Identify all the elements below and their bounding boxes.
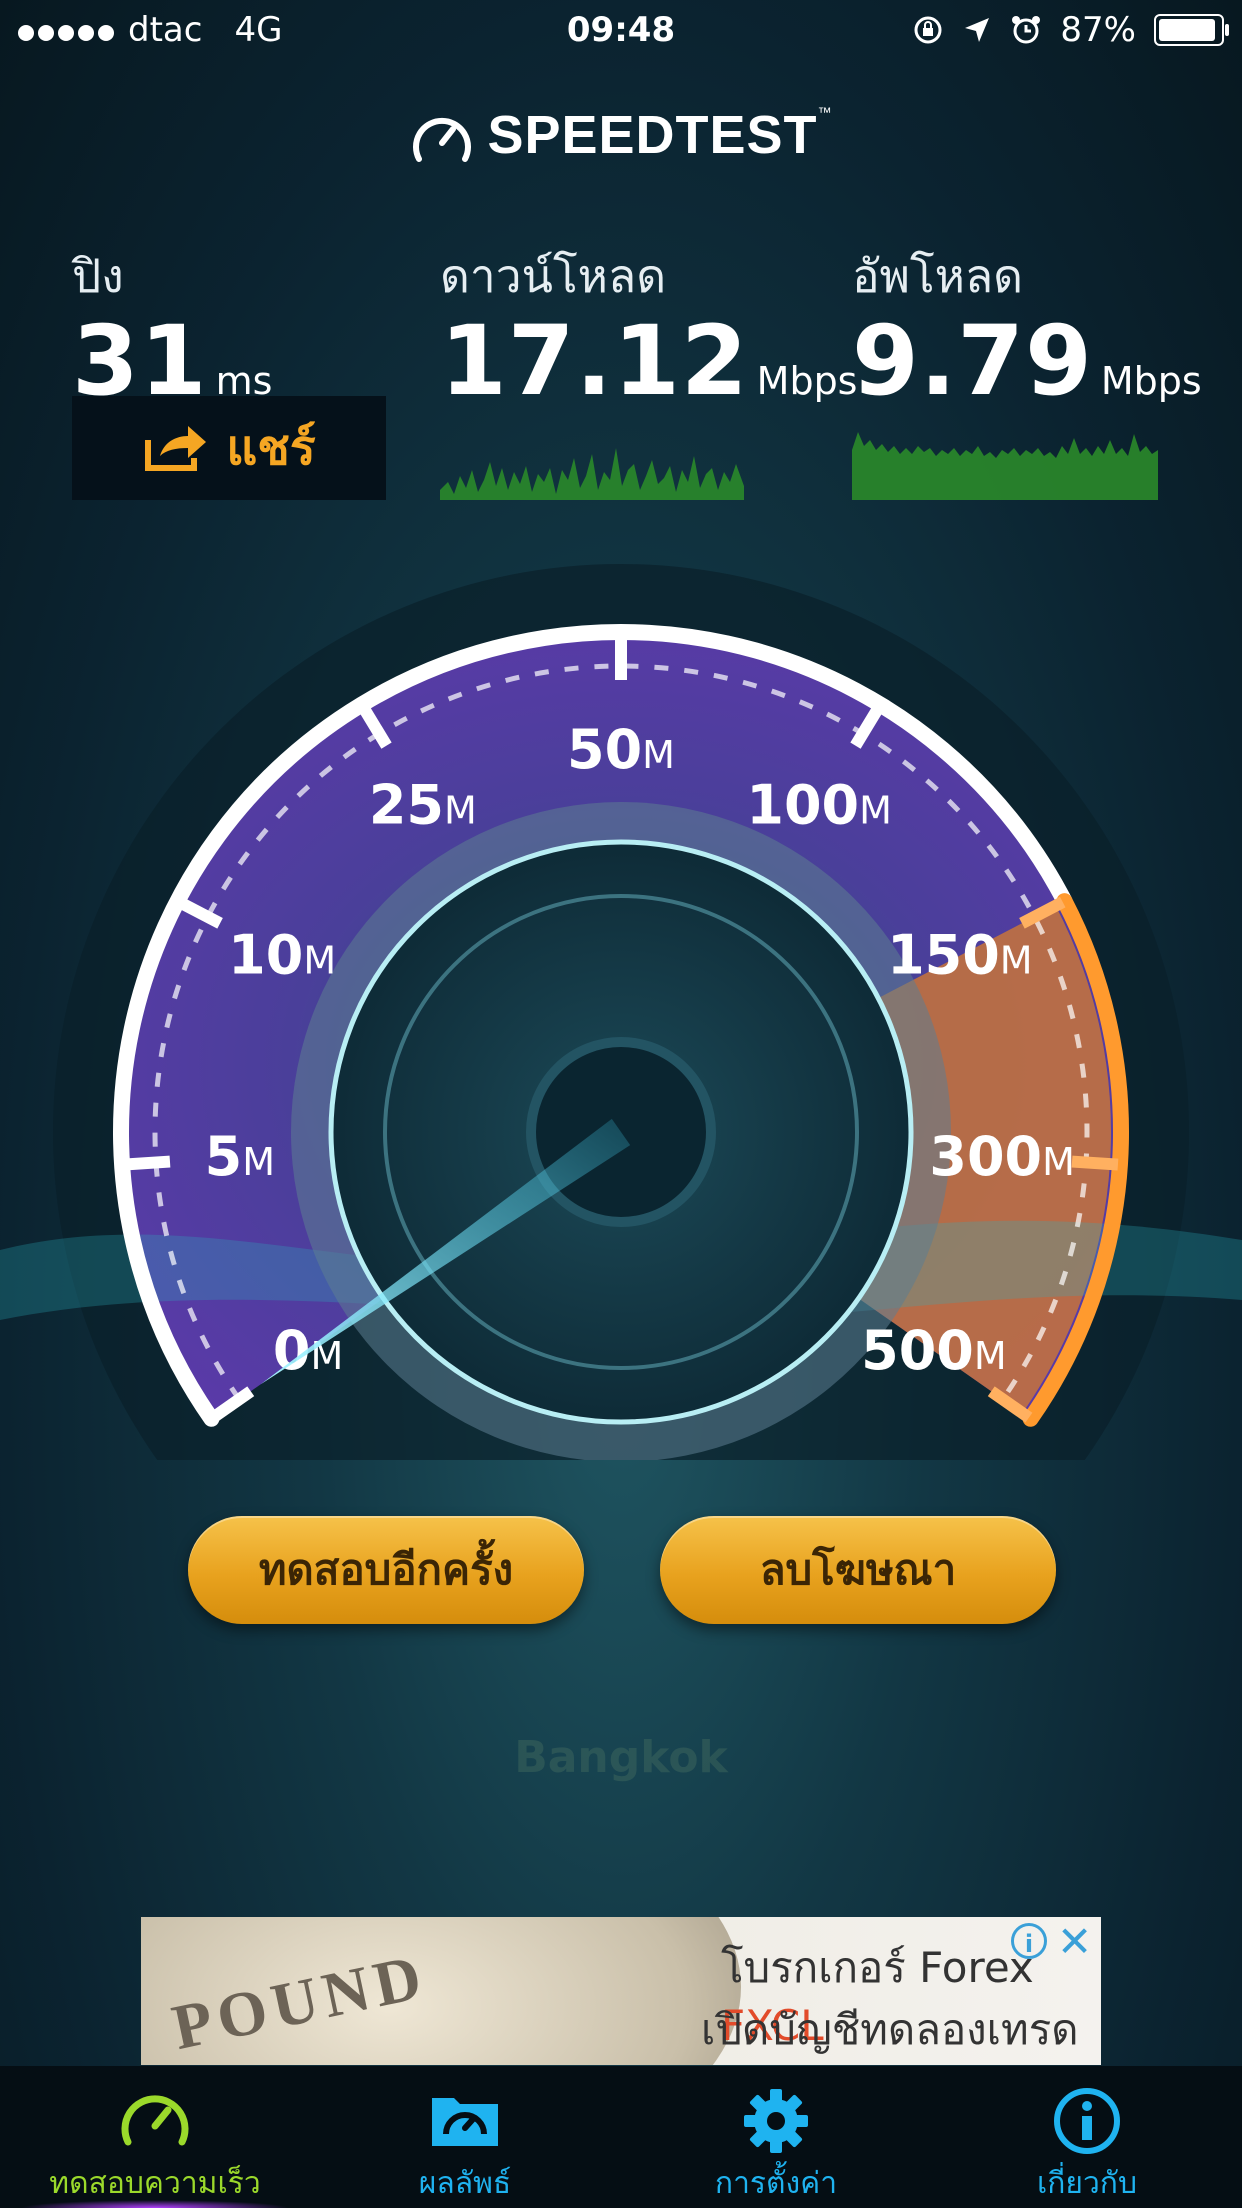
speedtest-logo-icon: [413, 117, 472, 162]
app-logo: SPEEDTEST™: [0, 104, 1242, 169]
remove-ads-button[interactable]: ลบโฆษณา: [660, 1516, 1056, 1624]
download-label: ดาวน์โหลด: [440, 249, 667, 303]
upload-unit: Mbps: [1100, 359, 1202, 403]
download-metric: ดาวน์โหลด 17.12 Mbps: [440, 240, 857, 409]
ad-headline-text: โบรกเกอร์ Forex: [721, 1943, 1034, 1992]
tab-settings[interactable]: การตั้งค่า: [621, 2066, 931, 2208]
settings-gear-icon: [744, 2089, 808, 2153]
share-icon: [145, 426, 207, 471]
download-sparkline: [440, 448, 744, 500]
tab-results-label: ผลลัพธ์: [418, 2166, 512, 2201]
tab-settings-label: การตั้งค่า: [714, 2166, 838, 2201]
ad-close-icon[interactable]: ✕: [1057, 1917, 1092, 1966]
upload-value: 9.79: [852, 305, 1093, 417]
upload-label: อัพโหลด: [852, 249, 1024, 303]
ping-metric: ปิง 31 ms: [72, 240, 272, 409]
speed-gauge: 0M5M10M25M50M100M150M300M500M: [0, 564, 1242, 1460]
share-button[interactable]: แชร์: [72, 396, 386, 500]
ad-info-icon[interactable]: i: [1011, 1923, 1047, 1959]
tab-speed-test[interactable]: ทดสอบความเร็ว: [0, 2066, 310, 2208]
upload-sparkline: [852, 432, 1158, 500]
app-title: SPEEDTEST: [487, 105, 818, 165]
gauge-tick: [123, 1155, 171, 1171]
trademark: ™: [817, 104, 833, 120]
share-label: แชร์: [226, 420, 316, 476]
info-icon: [1054, 2088, 1120, 2154]
rotation-lock-icon: [914, 16, 942, 44]
speedometer-icon: [121, 2095, 189, 2146]
ping-label: ปิง: [72, 249, 124, 303]
tab-speed-test-label: ทดสอบความเร็ว: [49, 2166, 261, 2201]
tab-about-label: เกี่ยวกับ: [1036, 2166, 1138, 2201]
tab-results[interactable]: ผลลัพธ์: [310, 2066, 620, 2208]
results-folder-icon: [432, 2098, 498, 2146]
retest-button[interactable]: ทดสอบอีกครั้ง: [188, 1516, 584, 1624]
upload-metric: อัพโหลด 9.79 Mbps: [852, 240, 1202, 409]
tab-bar: ทดสอบความเร็ว ผลลัพธ์ การตั้งค่า เกี่ยวก…: [0, 2066, 1242, 2208]
battery-percent: 87%: [1060, 10, 1136, 50]
tab-about[interactable]: เกี่ยวกับ: [932, 2066, 1242, 2208]
server-city: Bangkok: [514, 1732, 728, 1783]
status-right: 87%: [912, 10, 1229, 50]
ad-banner[interactable]: POUND โบรกเกอร์ Forex FXCL เปิดบัญชีทดลอ…: [141, 1917, 1101, 2065]
status-bar: dtac 4G 09:48 87%: [0, 0, 1242, 60]
location-arrow-icon: [965, 18, 990, 42]
download-unit: Mbps: [756, 359, 858, 403]
gauge-tick: [1071, 1155, 1119, 1171]
ad-subline: เปิดบัญชีทดลองเทรด ฟรี!: [701, 2005, 1079, 2054]
battery-icon: [1154, 14, 1229, 46]
download-value: 17.12: [440, 305, 749, 417]
alarm-icon: [1012, 16, 1041, 44]
